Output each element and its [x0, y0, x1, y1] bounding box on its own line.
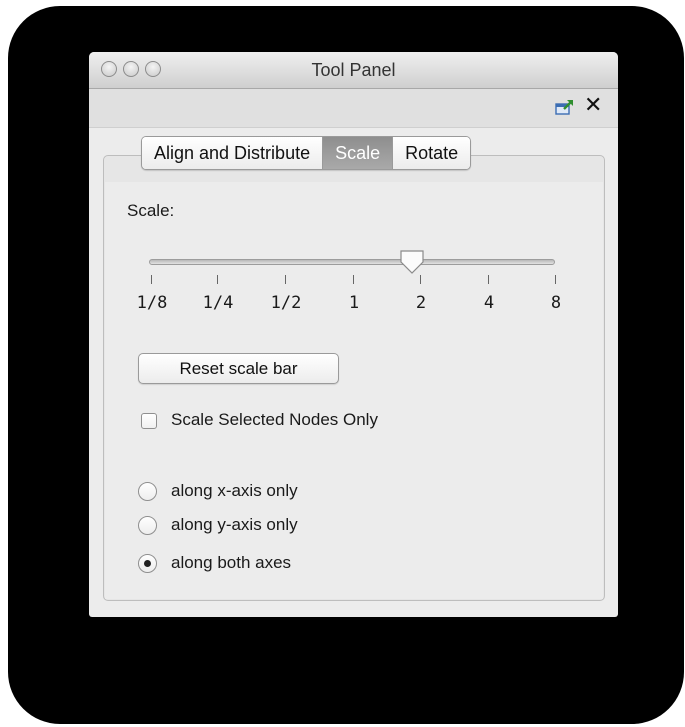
tab-align-and-distribute[interactable]: Align and Distribute: [142, 137, 324, 169]
undock-icon[interactable]: [554, 96, 576, 118]
slider-tick-label: 1/2: [270, 293, 302, 313]
scale-slider[interactable]: [149, 259, 555, 265]
slider-tick: [353, 275, 354, 284]
tool-panel-window: Tool Panel ✕ Align and Distribute Scale …: [89, 52, 618, 617]
close-icon[interactable]: ✕: [584, 92, 602, 118]
scale-selected-nodes-checkbox[interactable]: [141, 413, 157, 429]
x-axis-only-label: along x-axis only: [171, 481, 298, 500]
slider-tick-label: 8: [550, 293, 562, 313]
slider-tick-label: 1/8: [136, 293, 168, 313]
panel-toolbar: ✕: [89, 89, 618, 128]
slider-tick-label: 4: [483, 293, 495, 313]
both-axes-label: along both axes: [171, 553, 292, 572]
slider-tick: [555, 275, 556, 284]
y-axis-only-radio[interactable]: [138, 516, 157, 535]
slider-tick: [285, 275, 286, 284]
reset-scale-bar-button[interactable]: Reset scale bar: [138, 353, 339, 384]
slider-tick: [420, 275, 421, 284]
scale-label: Scale:: [127, 201, 175, 220]
x-axis-only-radio[interactable]: [138, 482, 157, 501]
scale-slider-thumb[interactable]: [399, 250, 425, 274]
slider-tick-label: 1: [348, 293, 360, 313]
slider-tick-label: 1/4: [202, 293, 234, 313]
slider-tick-label: 2: [415, 293, 427, 313]
tab-content-area: [105, 182, 603, 599]
tab-rotate[interactable]: Rotate: [393, 137, 471, 169]
slider-tick: [217, 275, 218, 284]
scale-selected-nodes-label: Scale Selected Nodes Only: [171, 410, 378, 429]
both-axes-radio[interactable]: [138, 554, 157, 573]
slider-tick: [151, 275, 152, 284]
title-bar[interactable]: Tool Panel: [89, 52, 618, 89]
tab-scale[interactable]: Scale: [323, 137, 394, 169]
tab-bar: Align and Distribute Scale Rotate: [141, 136, 472, 170]
window-title: Tool Panel: [311, 60, 396, 80]
slider-tick: [488, 275, 489, 284]
y-axis-only-label: along y-axis only: [171, 515, 298, 534]
